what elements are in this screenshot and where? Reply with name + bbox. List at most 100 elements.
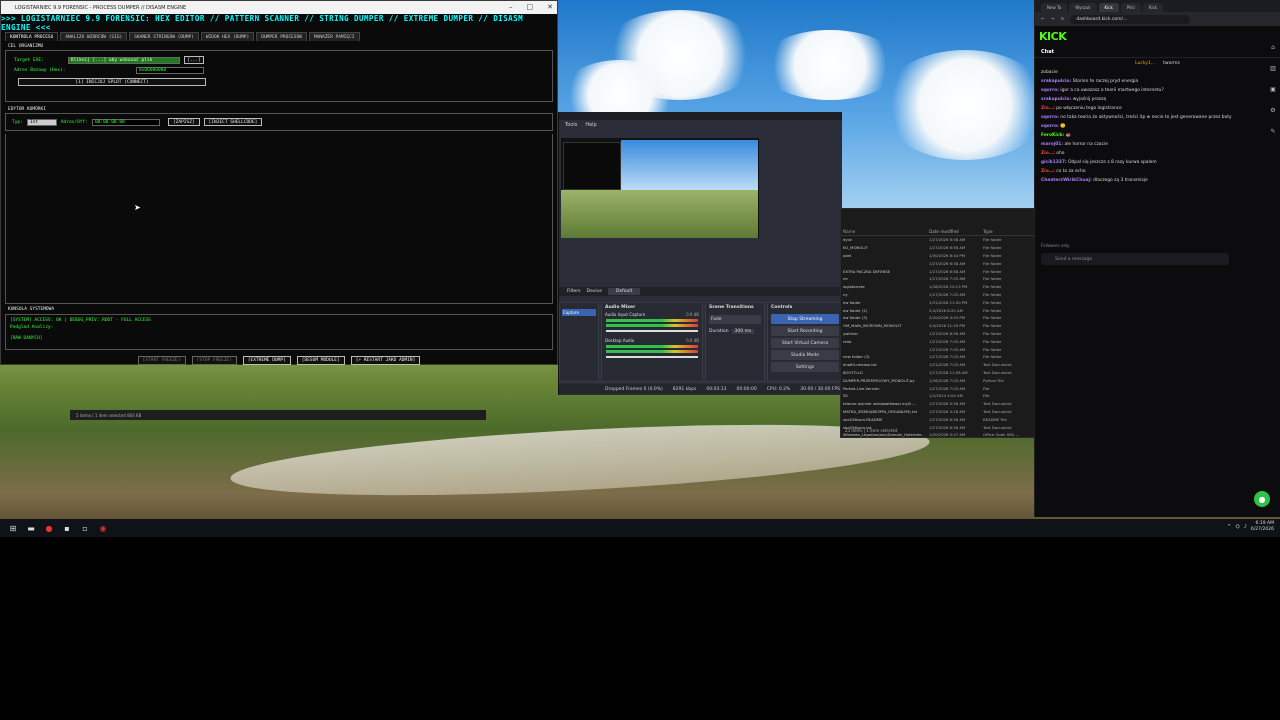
write-button[interactable]: [ZAPISZ]: [167, 118, 200, 126]
reload-icon[interactable]: ↻: [1061, 17, 1065, 22]
source-item[interactable]: Capture: [562, 309, 596, 316]
col-type[interactable]: Type: [983, 229, 1033, 234]
file-row[interactable]: 1/27/2026 6:58 AM File folder: [841, 259, 1034, 267]
file-row[interactable]: rella 1/27/2026 7:03 AM File folder: [841, 337, 1034, 345]
duration-input[interactable]: 300 ms: [731, 329, 755, 334]
target-input[interactable]: Kliknij [...] aby wskazać plik: [68, 56, 180, 64]
address-input[interactable]: 00:00:00:00: [91, 118, 160, 126]
chart-icon[interactable]: ▥: [1270, 65, 1276, 72]
chat-username[interactable]: Zio…:: [1041, 151, 1055, 156]
connect-button[interactable]: [1] INICJUJ SPLOT (CONNECT): [18, 78, 206, 86]
restart-admin-button[interactable]: [⚡ RESTART JAKO ADMIN]: [350, 356, 421, 365]
chat-username[interactable]: FeroKick:: [1041, 133, 1064, 138]
browser-tab[interactable]: Pliki: [1120, 3, 1141, 12]
browser-window[interactable]: New Ta Wyszuk Kick Pliki Kick ← → ↻ dash…: [1034, 0, 1280, 517]
settings-icon[interactable]: ⚙: [1270, 107, 1275, 114]
terminal-icon[interactable]: ▫: [80, 523, 90, 533]
volume-slider[interactable]: [606, 356, 698, 358]
file-explorer[interactable]: Name Date modified Type dysk 1/27/2026 6:…: [840, 208, 1035, 438]
base-address-input[interactable]: 0x00000000: [136, 67, 204, 74]
file-row[interactable]: ny 1/27/2026 7:03 AM File folder: [841, 291, 1034, 299]
stop-freeze-button[interactable]: [STOP FREEZE]: [191, 356, 237, 365]
col-date[interactable]: Date modified: [929, 229, 983, 234]
close-icon[interactable]: ✕: [547, 3, 553, 11]
chat-username[interactable]: srakapulcio:: [1041, 79, 1071, 84]
file-row[interactable]: 1/27/2026 7:03 AM File folder: [841, 345, 1034, 353]
file-row[interactable]: BOOTO.LG 1/17/2026 11:58 AM Text Document: [841, 369, 1034, 377]
file-row[interactable]: ew folder (2) 2/4/2026 8:20 AM File folder: [841, 306, 1034, 314]
forward-icon[interactable]: →: [1051, 17, 1055, 22]
obs-window[interactable]: Tools Help Filters Device Default Captur…: [558, 112, 843, 395]
file-explorer-icon[interactable]: ▬: [26, 523, 36, 533]
kick-action-icon[interactable]: ●: [1254, 491, 1270, 507]
back-icon[interactable]: ←: [1041, 17, 1045, 22]
settings-button[interactable]: Settings: [771, 362, 839, 372]
obs-titlebar[interactable]: [559, 112, 842, 120]
file-row[interactable]: Parted-Live-Version 1/27/2026 7:03 AM File: [841, 384, 1034, 392]
chat-username[interactable]: Zio…:: [1041, 169, 1055, 174]
filters-button[interactable]: Filters: [567, 289, 581, 294]
chat-username[interactable]: gicik1337:: [1041, 160, 1067, 165]
tool-icon[interactable]: ✎: [1270, 128, 1275, 135]
file-row[interactable]: MATKA_ZIEMIA(BEZPIN_ORGANIZM).txt 1/27/20…: [841, 408, 1034, 416]
chat-username[interactable]: Zio…:: [1041, 106, 1055, 111]
tab-kontrola[interactable]: KONTROLA PROCESU: [5, 32, 59, 41]
file-row[interactable]: DUMPER-PRZEMYSLOWY_MONOLIT.py 1/26/2026 7…: [841, 376, 1034, 384]
volume-slider[interactable]: [606, 330, 698, 332]
obs-preview[interactable]: [561, 138, 759, 238]
start-recording-button[interactable]: Start Recording: [771, 326, 839, 336]
file-row[interactable]: sha256sum.README 1/27/2026 6:56 AM README …: [841, 415, 1034, 423]
tab-memory[interactable]: MANAŻER PAMIĘCI: [308, 32, 360, 41]
file-row[interactable]: OM_MAIN_INCROWN_MONOLIT 2/4/2026 11:16 PM…: [841, 322, 1034, 330]
extreme-dump-button[interactable]: [EXTREME DUMP]: [242, 356, 291, 365]
menu-help[interactable]: Help: [585, 122, 596, 128]
start-icon[interactable]: ⊞: [8, 523, 18, 533]
tab-skaner[interactable]: SKANER STRINGÓW (DUMP): [129, 32, 199, 41]
volume-icon[interactable]: ♪: [1244, 524, 1247, 530]
chat-input[interactable]: Send a message: [1041, 253, 1229, 265]
network-icon[interactable]: ⌬: [1235, 524, 1239, 530]
studio-mode-button[interactable]: Studio Mode: [771, 350, 839, 360]
file-row[interactable]: EXTRA PACZKA DEFENSE 1/27/2026 6:58 AM Fil…: [841, 267, 1034, 275]
file-row[interactable]: telecze wymiar wielowatkowej mylil ... 1/…: [841, 400, 1034, 408]
browser-tab[interactable]: Wyszuk: [1069, 3, 1097, 12]
app-icon[interactable]: ▪: [62, 523, 72, 533]
chat-username[interactable]: sqorro:: [1041, 124, 1059, 129]
browser-icon[interactable]: ●: [44, 523, 54, 533]
kick-logo[interactable]: KICK: [1039, 30, 1067, 43]
transition-select[interactable]: Fade: [709, 315, 761, 324]
chat-username[interactable]: sqorro:: [1041, 115, 1059, 120]
tab-hex[interactable]: WIDOK HEX (DUMP): [200, 32, 255, 41]
forensic-window[interactable]: LOGISTARNIEC 9.9 FORENSIC - PROCESS DUMP…: [0, 0, 558, 365]
minimize-icon[interactable]: –: [509, 3, 513, 11]
forensic-titlebar[interactable]: LOGISTARNIEC 9.9 FORENSIC - PROCESS DUMP…: [1, 1, 557, 14]
browse-button[interactable]: [...]: [184, 56, 204, 64]
file-row[interactable]: ima64-release.txt 1/21/2026 7:03 AM Text D…: [841, 361, 1034, 369]
file-row[interactable]: logistarniec 1/18/2026 10:13 PM File folde…: [841, 283, 1034, 291]
file-row[interactable]: KO_MONOLIT 1/27/2026 6:58 AM File folder: [841, 244, 1034, 252]
type-select[interactable]: Int: [26, 118, 57, 126]
file-row[interactable]: ywilmer 1/27/2026 6:56 AM File folder: [841, 330, 1034, 338]
top-user[interactable]: tworms: [1163, 61, 1180, 66]
file-row[interactable]: ne 1/27/2026 7:03 AM File folder: [841, 275, 1034, 283]
tab-dumper[interactable]: DUMPER PROCESÓW: [256, 32, 307, 41]
obs-icon[interactable]: ◉: [98, 523, 108, 533]
tray-chevron-icon[interactable]: ^: [1227, 524, 1231, 530]
inject-button[interactable]: [INJECT SHELLCODE]: [203, 118, 263, 126]
file-row[interactable]: ew folder (3) 2/20/2026 5:03 PM File folde…: [841, 314, 1034, 322]
file-row[interactable]: dysk 1/27/2026 6:58 AM File folder: [841, 236, 1034, 244]
chat-username[interactable]: srakapulcio:: [1041, 97, 1071, 102]
tab-analiza[interactable]: ANALIZA WZORCÓW (SIG): [60, 32, 128, 41]
file-row[interactable]: ew folder 1/31/2026 11:50 PM File folder: [841, 298, 1034, 306]
col-name[interactable]: Name: [841, 229, 929, 234]
device-select[interactable]: Default: [607, 288, 641, 295]
file-row[interactable]: ozet 1/30/2026 8:44 PM File folder: [841, 252, 1034, 260]
file-row[interactable]: new folder (3) 1/27/2026 7:03 AM File fold…: [841, 353, 1034, 361]
chat-username[interactable]: maroj01:: [1041, 142, 1063, 147]
top-user[interactable]: Lucky1...: [1135, 61, 1155, 66]
browser-tab[interactable]: New Ta: [1041, 3, 1068, 12]
chat-username[interactable]: sqorro:: [1041, 88, 1059, 93]
stop-streaming-button[interactable]: Stop Streaming: [771, 314, 839, 324]
home-icon[interactable]: ⌂: [1271, 44, 1275, 51]
url-input[interactable]: dashboard.kick.com/...: [1070, 14, 1191, 24]
